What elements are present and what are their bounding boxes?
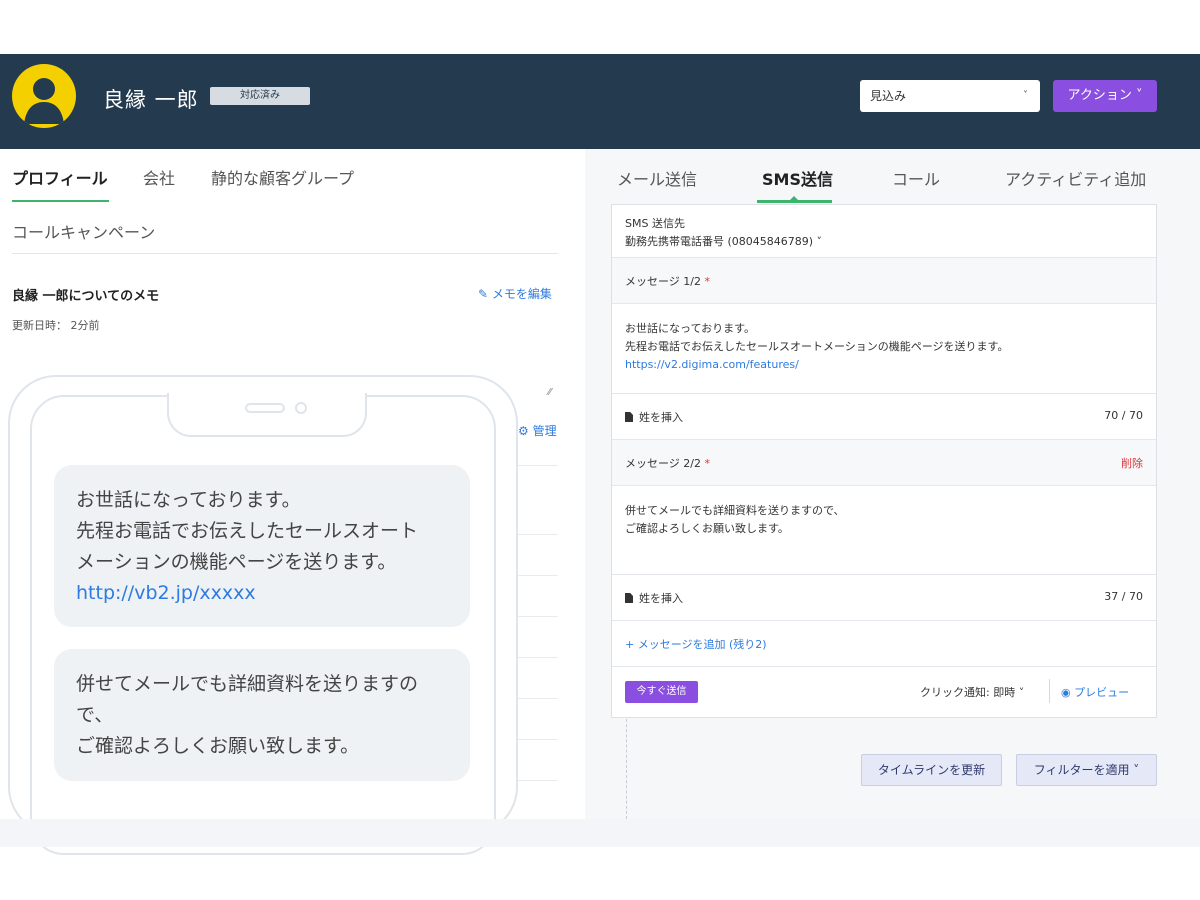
add-message-row: + メッセージを追加 (残り2) <box>612 621 1156 667</box>
message-1-body: お世話になっております。 先程お電話でお伝えしたセールスオートメーションの機能ペ… <box>625 322 1009 371</box>
status-badge[interactable]: 対応済み <box>210 87 310 105</box>
bubble-text: ご確認よろしくお願い致します。 <box>76 735 360 757</box>
bubble-link[interactable]: http://vb2.jp/xxxxx <box>76 578 448 609</box>
sms-compose-card: SMS 送信先 勤務先携帯電話番号 (08045846789) ˅ メッセージ … <box>611 204 1157 718</box>
add-message-link[interactable]: + メッセージを追加 (残り2) <box>625 636 767 652</box>
memo-updated-time: 更新日時： 2分前 <box>12 319 100 332</box>
delete-message-button[interactable]: 削除 <box>1121 455 1143 471</box>
click-notify-select[interactable]: クリック通知: 即時 ˅ <box>920 684 1024 700</box>
memo-title: 良縁 一郎についてのメモ <box>12 289 160 304</box>
message-1-label: メッセージ 1/2 * <box>625 275 710 288</box>
char-counter: 37 / 70 <box>1104 590 1143 603</box>
bubble-text: 先程お電話でお伝えしたセールスオート <box>76 520 419 542</box>
phone-notch <box>167 393 367 437</box>
sms-bubble-1: お世話になっております。 先程お電話でお伝えしたセールスオート メーションの機能… <box>54 465 470 627</box>
tab-call-campaign[interactable]: コールキャンペーン <box>12 219 155 243</box>
message-1-header: メッセージ 1/2 * <box>612 258 1156 304</box>
contact-header: 良縁 一郎 対応済み 見込み ˅ アクション ˅ <box>0 54 1200 149</box>
timeline-line <box>626 719 627 819</box>
insert-last-name-button[interactable]: 姓を挿入 <box>625 590 683 606</box>
edit-memo-link[interactable]: ✎ メモを編集 <box>478 285 552 302</box>
send-row: 今すぐ送信 クリック通知: 即時 ˅ ◉ プレビュー <box>612 667 1156 717</box>
message-2-header: メッセージ 2/2 * 削除 <box>612 440 1156 486</box>
char-counter: 70 / 70 <box>1104 409 1143 422</box>
user-silhouette-icon <box>24 78 64 124</box>
tab-static-groups[interactable]: 静的な顧客グループ <box>211 165 354 189</box>
message-2-label: メッセージ 2/2 * <box>625 457 710 470</box>
manage-link[interactable]: ⚙ 管理 <box>518 422 557 439</box>
stage-select-value: 見込み <box>870 89 907 103</box>
active-tab-arrow <box>788 196 800 202</box>
preview-link[interactable]: ◉ プレビュー <box>1061 684 1129 700</box>
contact-name: 良縁 一郎 <box>103 88 199 112</box>
apply-filter-button[interactable]: フィルターを適用 ˅ <box>1016 754 1157 786</box>
message-2-body: 併せてメールでも詳細資料を送りますので、 ご確認よろしくお願い致します。 <box>625 504 845 535</box>
tab-call[interactable]: コール <box>892 166 940 190</box>
avatar[interactable] <box>12 64 76 128</box>
message-1-textarea[interactable]: お世話になっております。 先程お電話でお伝えしたセールスオートメーションの機能ペ… <box>612 304 1156 394</box>
message-1-footer: 姓を挿入 70 / 70 <box>612 394 1156 440</box>
tab-add-activity[interactable]: アクティビティ追加 <box>1005 166 1146 190</box>
speaker-icon <box>245 403 285 413</box>
tab-profile[interactable]: プロフィール <box>12 165 108 189</box>
recipient-select[interactable]: 勤務先携帯電話番号 (08045846789) ˅ <box>625 233 822 249</box>
sms-recipient-row[interactable]: SMS 送信先 勤務先携帯電話番号 (08045846789) ˅ <box>612 205 1156 258</box>
bubble-text: お世話になっております。 <box>76 489 301 511</box>
divider <box>12 253 558 254</box>
document-icon <box>625 412 633 422</box>
recipient-label: SMS 送信先 <box>625 217 685 230</box>
active-tab-indicator <box>12 200 109 202</box>
stage-select[interactable]: 見込み ˅ <box>860 80 1040 112</box>
bubble-text: メーションの機能ページを送ります。 <box>76 551 397 573</box>
resize-handle-icon[interactable]: ⁄⁄ <box>548 387 551 398</box>
bubble-text: で、 <box>76 704 114 726</box>
action-button[interactable]: アクション ˅ <box>1053 80 1157 112</box>
bottom-band <box>0 819 1200 847</box>
tab-company[interactable]: 会社 <box>143 165 175 189</box>
tab-send-sms[interactable]: SMS送信 <box>762 166 833 190</box>
camera-icon <box>295 402 307 414</box>
bubble-text: 併せてメールでも詳細資料を送りますの <box>76 673 419 695</box>
message-2-textarea[interactable]: 併せてメールでも詳細資料を送りますので、 ご確認よろしくお願い致します。 <box>612 486 1156 575</box>
tab-send-email[interactable]: メール送信 <box>617 166 697 190</box>
insert-last-name-button[interactable]: 姓を挿入 <box>625 409 683 425</box>
divider <box>1049 679 1050 703</box>
sms-bubble-2: 併せてメールでも詳細資料を送りますの で、 ご確認よろしくお願い致します。 <box>54 649 470 781</box>
message-2-footer: 姓を挿入 37 / 70 <box>612 575 1156 621</box>
activity-panel: メール送信 SMS送信 コール アクティビティ追加 SMS 送信先 勤務先携帯電… <box>585 149 1200 819</box>
document-icon <box>625 593 633 603</box>
chevron-down-icon: ˅ <box>1023 90 1028 101</box>
send-now-button[interactable]: 今すぐ送信 <box>625 681 698 703</box>
refresh-timeline-button[interactable]: タイムラインを更新 <box>861 754 1002 786</box>
